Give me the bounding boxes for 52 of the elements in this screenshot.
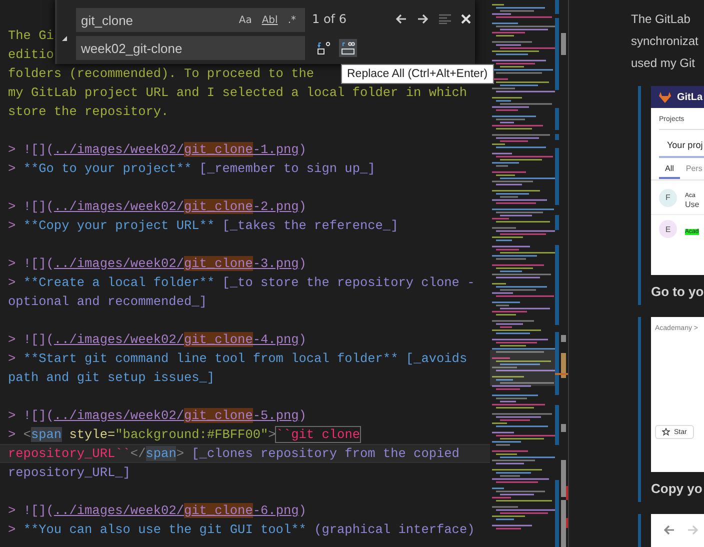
code-line: > <span style="background:#FBFF00">``git clone [8,426,360,444]
lines-icon [439,14,451,24]
code-line: repository_URL_] [8,464,130,482]
replace-all-button[interactable] [339,39,357,57]
fox-logo-icon [659,92,671,102]
preview-text: synchronizat [631,33,698,50]
tooltip: Replace All (Ctrl+Alt+Enter) [341,64,494,84]
code-line: repository_URL``</span> [_clones repository from the copied [8,445,460,463]
expand-toggle-icon[interactable] [62,36,67,41]
code-line: > ![](../images/week02/git_clone-3.png) [8,255,306,273]
filter-tab[interactable]: Pers [680,158,704,179]
star-icon [662,428,670,436]
code-line: > ![](../images/week02/git_clone-5.png) [8,407,306,425]
section-title: Your proj [666,139,704,150]
search-option-toggle[interactable]: Aa [236,12,255,28]
search-option-toggle[interactable]: .* [284,12,299,28]
replace-all-icon [341,41,355,55]
code-line: > ![](../images/week02/git_clone-1.png) [8,141,306,159]
left-arrow-icon [395,13,407,25]
code-line: my GitLab project URL and I selected a local folder in which [8,84,468,102]
search-option-toggle[interactable]: Abl [258,12,281,28]
code-line: > **Start git command line tool from local folder** [_avoids [8,350,468,368]
image-caption: Go to yo [651,283,704,301]
preview-text: The GitLab [631,11,690,28]
match-count: 1 of 6 [312,12,346,26]
code-line: folders (recommended). To proceed to the [8,65,314,83]
code-line: > **You can also use the git GUI tool** (graphical interface) [8,521,475,539]
code-line: store the repository. [8,103,169,121]
code-line: > ![](../images/week02/git_clone-6.png) [8,502,306,520]
code-line: The Gi [8,27,54,45]
image-caption: Copy yo [651,480,702,498]
close-icon [461,14,471,24]
right-arrow-icon [687,524,699,536]
code-line: path and git setup issues_] [8,369,215,387]
right-arrow-icon [417,13,429,25]
code-line: > ![](../images/week02/git_clone-2.png) [8,198,306,216]
preview-text: used my Git [631,55,696,72]
code-line: editio [8,46,54,64]
project-subtitle: Use [685,200,700,209]
filter-tab[interactable]: All [659,158,680,179]
brand-name: GitLa [677,92,703,102]
replace-button[interactable] [315,39,333,57]
replace-field[interactable]: week02_git-clone [76,36,305,60]
code-line: optional and recommended_] [8,293,207,311]
avatar: F [659,188,677,206]
replace-icon [317,41,331,55]
avatar: E [659,220,677,238]
code-line: > **Copy your project URL** [_takes the reference_] [8,217,398,235]
left-arrow-icon [663,524,675,536]
code-line: > **Create a local folder** [_to store the repository clone - [8,274,475,292]
code-line: > **Go to your project** [_remember to sign up_] [8,160,376,178]
code-line: > ![](../images/week02/git_clone-4.png) [8,331,306,349]
